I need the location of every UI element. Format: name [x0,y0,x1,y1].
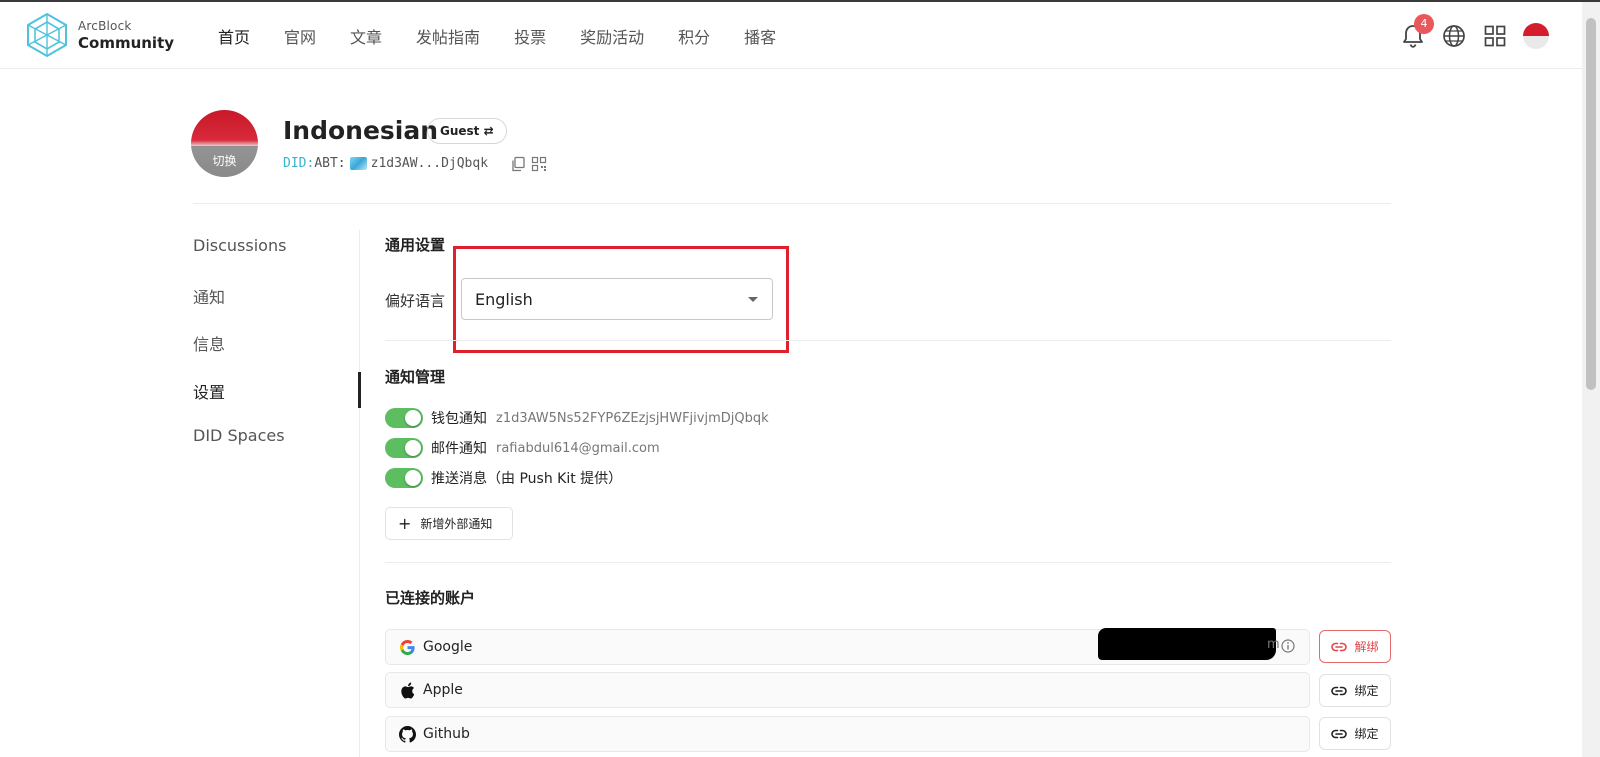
github-account-label: Github [423,726,470,742]
user-menu-button[interactable] [1519,19,1553,53]
nav-official-site[interactable]: 官网 [284,24,316,48]
nav-points[interactable]: 积分 [678,24,710,48]
nav-posting-guide[interactable]: 发帖指南 [416,24,480,48]
email-notification-toggle[interactable] [385,438,423,458]
apple-bind-button[interactable]: 绑定 [1319,674,1391,707]
logo-brand-text: ArcBlock [78,19,132,33]
grid-apps-icon [1484,25,1506,47]
sidebar-divider [359,230,360,757]
did-avatar-icon [349,157,367,170]
nav-articles[interactable]: 文章 [350,24,382,48]
add-external-notification-button[interactable]: + 新增外部通知 [385,507,513,540]
github-bind-label: 绑定 [1354,727,1379,741]
logo-product-text: Community [78,34,175,52]
profile-divider [193,203,1391,204]
account-row-github: Github [385,716,1310,752]
notifications-button[interactable]: 4 [1396,14,1434,53]
notification-settings-divider [385,562,1391,563]
link-icon [1331,686,1348,695]
copy-icon[interactable] [510,156,526,172]
nav-podcast[interactable]: 播客 [744,24,776,48]
email-notification-label: 邮件通知 [431,441,487,457]
sidebar-item-messages[interactable]: 信息 [193,331,225,355]
google-account-label: Google [423,639,473,655]
main-nav: 首页 官网 文章 发帖指南 投票 奖励活动 积分 播客 [218,24,810,48]
redacted-email-scribble-edge [1100,636,1120,640]
arcblock-cube-icon [27,12,67,58]
info-icon[interactable] [1281,639,1295,653]
email-notification-address: rafiabdul614@gmail.com [496,440,660,456]
wallet-notification-label: 钱包通知 [431,411,487,427]
did-address: DID: ABT: z1d3AW...DjQbqk [283,156,488,171]
qrcode-icon[interactable] [531,156,547,172]
link-icon [1331,729,1348,738]
push-notification-toggle[interactable] [385,468,423,488]
push-notification-row: 推送消息（由 Push Kit 提供） [385,467,622,489]
google-account-email-tail: m [1267,637,1280,652]
header-actions: 4 [1396,14,1556,53]
github-icon [398,725,416,743]
wallet-notification-address: z1d3AW5Ns52FYP6ZEzjsjHWFjivjmDjQbqk [496,410,769,426]
github-bind-button[interactable]: 绑定 [1319,717,1391,750]
add-external-notification-label: 新增外部通知 [420,517,493,531]
nav-voting[interactable]: 投票 [514,24,546,48]
wallet-notification-row: 钱包通知 z1d3AW5Ns52FYP6ZEzjsjHWFjivjmDjQbqk [385,407,769,429]
notification-count-badge: 4 [1414,14,1434,34]
wallet-notification-toggle[interactable] [385,408,423,428]
nav-rewards[interactable]: 奖励活动 [580,24,644,48]
apple-account-label: Apple [423,682,463,698]
arcblock-logo[interactable]: ArcBlock Community [26,12,186,62]
language-button[interactable] [1437,19,1471,53]
preferred-language-label: 偏好语言 [385,292,446,310]
role-switch-button[interactable]: Guest ⇄ [427,118,507,144]
plus-icon: + [398,514,412,533]
apple-icon [398,681,416,699]
avatar-switch-label: 切换 [212,154,237,168]
connected-accounts-title: 已连接的账户 [385,589,476,607]
sidebar-item-notifications[interactable]: 通知 [193,284,225,308]
google-unlink-label: 解绑 [1354,640,1379,654]
did-value: z1d3AW...DjQbqk [370,156,489,171]
google-icon [398,638,416,656]
did-prefix: DID: [283,156,315,171]
sidebar-item-discussions[interactable]: Discussions [193,236,286,255]
apps-button[interactable] [1478,19,1512,53]
general-settings-divider [385,340,1391,341]
google-unlink-button[interactable]: 解绑 [1319,630,1391,663]
push-notification-label: 推送消息（由 Push Kit 提供） [431,471,623,487]
sidebar-active-indicator [358,372,361,408]
user-avatar-small [1523,23,1549,49]
globe-icon [1443,25,1465,47]
sidebar-item-did-spaces[interactable]: DID Spaces [193,426,285,445]
apple-bind-label: 绑定 [1354,684,1379,698]
general-settings-title: 通用设置 [385,236,446,254]
highlight-annotation-box [453,246,789,353]
sidebar-item-settings[interactable]: 设置 [193,379,225,403]
account-row-apple: Apple [385,672,1310,708]
redacted-email-scribble [1098,628,1276,660]
page-scrollbar-thumb[interactable] [1586,18,1596,390]
did-type: ABT: [314,156,346,171]
nav-home[interactable]: 首页 [218,24,250,48]
profile-avatar[interactable]: 切换 [191,110,258,177]
link-icon [1331,642,1348,651]
top-navigation-bar: ArcBlock Community 首页 官网 文章 发帖指南 投票 奖励活动… [0,2,1582,69]
email-notification-row: 邮件通知 rafiabdul614@gmail.com [385,437,660,459]
notification-settings-title: 通知管理 [385,368,446,386]
profile-name: Indonesian [283,116,439,145]
